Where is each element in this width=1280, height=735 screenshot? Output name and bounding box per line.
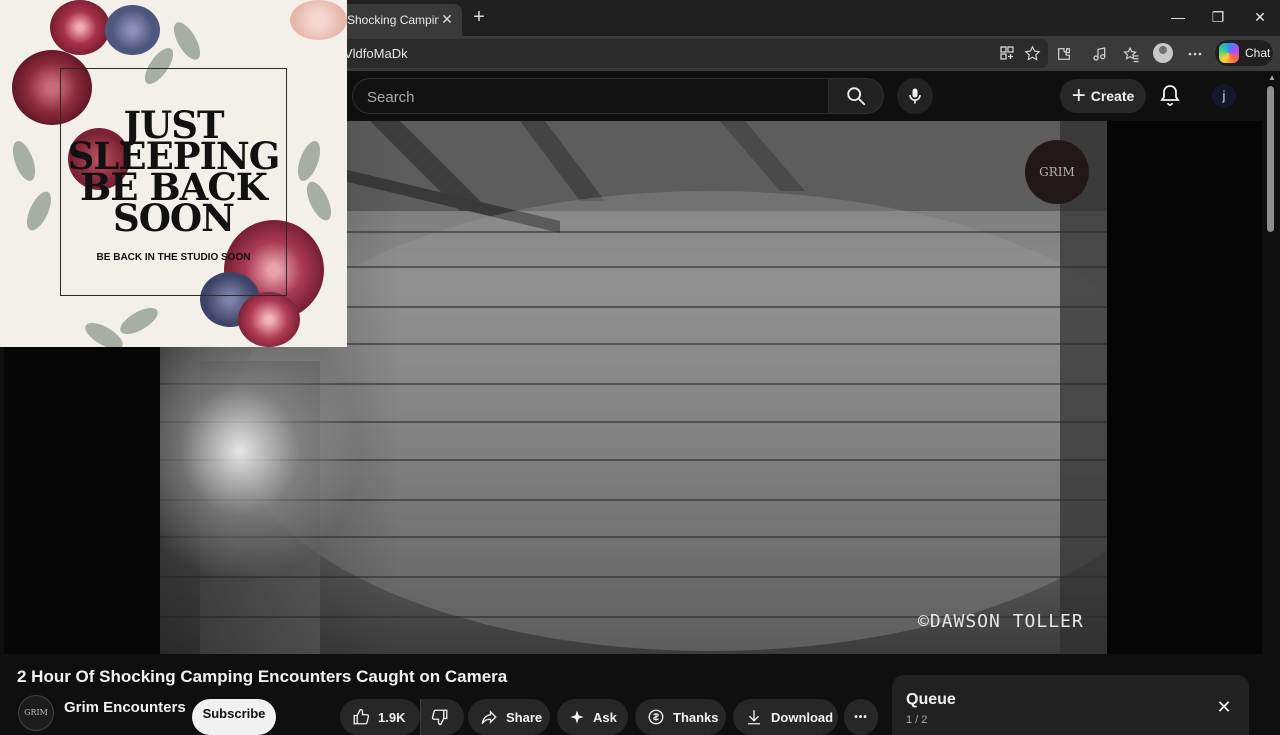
ask-label: Ask (593, 709, 617, 725)
create-label: Create (1090, 88, 1135, 104)
scroll-up-arrow-icon[interactable]: ▲ (1265, 73, 1279, 83)
search-icon (847, 87, 866, 106)
bell-icon[interactable] (1158, 83, 1184, 109)
share-label: Share (506, 709, 543, 725)
queue-count: 1 / 2 (906, 714, 928, 726)
restore-button[interactable]: ❐ (1206, 6, 1230, 28)
share-icon (480, 708, 498, 726)
thanks-icon (647, 708, 665, 726)
queue-panel: Queue 1 / 2 ✕ (892, 675, 1249, 735)
more-options-icon[interactable] (1184, 43, 1206, 65)
chat-label: Chat (1245, 46, 1271, 60)
dislike-icon (431, 708, 449, 726)
app-available-icon[interactable] (996, 42, 1018, 64)
create-button[interactable]: + Create (1060, 79, 1146, 113)
video-title: 2 Hour Of Shocking Camping Encounters Ca… (17, 667, 508, 686)
copilot-chat-button[interactable]: Chat (1215, 40, 1273, 66)
media-control-icon[interactable] (1089, 43, 1111, 65)
like-count: 1.9K (378, 709, 406, 725)
search-box[interactable] (352, 78, 828, 114)
channel-name[interactable]: Grim Encounters (64, 699, 186, 716)
like-icon (352, 708, 370, 726)
download-label: Download (771, 709, 834, 725)
url-text: VldfoMaDk (344, 46, 408, 61)
star-icon[interactable] (1021, 42, 1043, 64)
tab-close-icon[interactable]: ✕ (440, 12, 454, 26)
search-input[interactable] (367, 87, 807, 107)
thanks-label: Thanks (673, 709, 719, 725)
close-window-button[interactable]: ✕ (1248, 6, 1272, 28)
tab-title: Shocking Camping (347, 13, 439, 27)
video-watermark: ©DAWSON TOLLER (918, 611, 1084, 632)
profile-avatar[interactable] (1153, 43, 1173, 63)
overlay-subtitle: BE BACK IN THE STUDIO SOON (96, 252, 251, 263)
copilot-icon (1219, 43, 1239, 63)
thanks-button[interactable]: Thanks (635, 699, 726, 735)
queue-close-icon[interactable]: ✕ (1214, 697, 1234, 717)
download-button[interactable]: Download (733, 699, 838, 735)
address-bar[interactable]: VldfoMaDk (300, 39, 1048, 68)
sparkle-icon (569, 709, 585, 725)
queue-title: Queue (906, 691, 956, 708)
channel-avatar[interactable]: GRIM (18, 695, 54, 731)
share-button[interactable]: Share (468, 699, 550, 735)
account-avatar[interactable]: j (1212, 84, 1236, 108)
channel-watermark-badge: GRIM (1025, 140, 1089, 204)
scrollbar-thumb[interactable] (1267, 86, 1274, 232)
dislike-button[interactable] (420, 699, 464, 735)
subscribe-button[interactable]: Subscribe (192, 699, 276, 735)
new-tab-button[interactable]: + (468, 6, 490, 28)
plus-icon: + (1071, 82, 1086, 109)
like-button[interactable]: 1.9K (340, 699, 420, 735)
more-actions-button[interactable]: ••• (844, 699, 878, 735)
search-button[interactable] (828, 78, 884, 114)
flower-decoration (50, 0, 110, 55)
favorites-icon[interactable] (1120, 43, 1142, 65)
voice-search-button[interactable] (897, 78, 933, 114)
overlay-title: JUST SLEEPING BE BACK SOON (67, 103, 281, 240)
mic-icon (909, 88, 921, 104)
download-icon (745, 708, 763, 726)
ask-button[interactable]: Ask (557, 699, 628, 735)
minimize-button[interactable]: — (1166, 6, 1190, 28)
extensions-icon[interactable] (1053, 43, 1075, 65)
browser-tab-active[interactable]: Shocking Camping ✕ (338, 4, 462, 36)
overlay-image: JUST SLEEPING BE BACK SOON BE BACK IN TH… (0, 0, 347, 347)
